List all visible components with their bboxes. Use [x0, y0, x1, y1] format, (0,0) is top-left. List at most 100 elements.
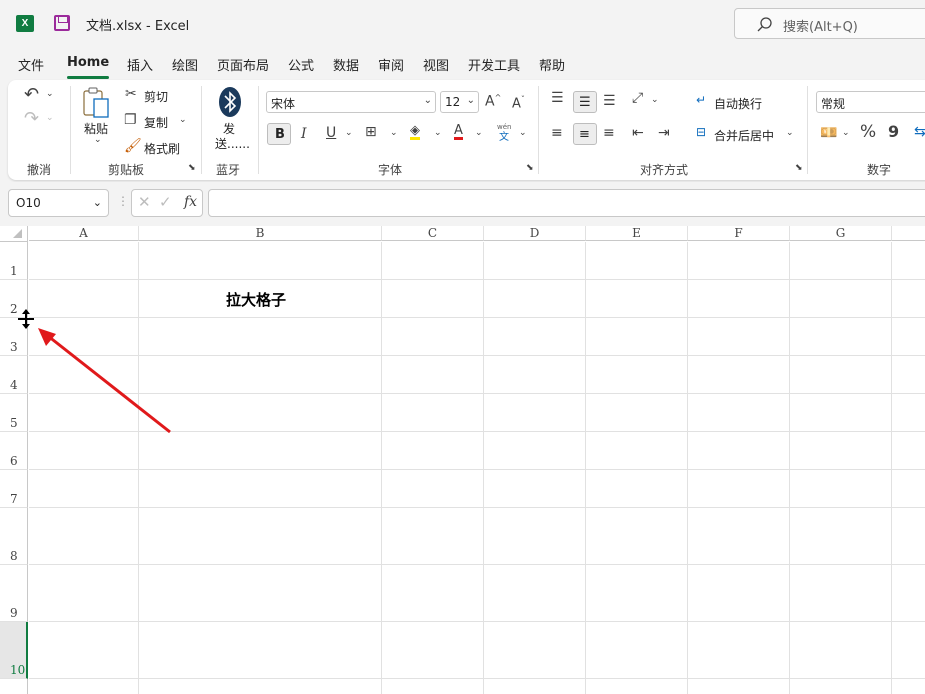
dialog-launcher-icon[interactable]: ⬊ [526, 164, 534, 173]
tab-review[interactable]: 审阅 [378, 55, 404, 74]
increase-decimal-icon[interactable]: ⇆ [914, 125, 925, 139]
dialog-launcher-icon[interactable]: ⬊ [188, 164, 196, 173]
column-header-a[interactable]: A [29, 226, 139, 241]
font-name-select[interactable]: 宋体 ⌄ [266, 91, 436, 113]
tab-view[interactable]: 视图 [423, 55, 449, 74]
row-header-11[interactable] [0, 679, 28, 694]
decrease-indent-icon[interactable]: ⇤ [632, 126, 644, 140]
paste-dropdown-icon[interactable]: ⌄ [94, 136, 102, 145]
search-box[interactable]: 搜索(Alt+Q) [734, 8, 925, 39]
more-options-icon[interactable]: ⋮ [117, 195, 129, 207]
font-color-icon[interactable]: A [454, 124, 463, 140]
underline-button[interactable]: U [326, 126, 336, 140]
formula-input[interactable] [208, 189, 925, 217]
row-header-4[interactable]: 4 [0, 356, 28, 394]
redo-dropdown-icon[interactable]: ⌄ [46, 114, 54, 123]
column-header-c[interactable]: C [382, 226, 484, 241]
row-header-5[interactable]: 5 [0, 394, 28, 432]
name-box[interactable]: O10 ⌄ [8, 189, 109, 217]
currency-icon[interactable]: 💴 [820, 126, 837, 140]
row-header-10[interactable]: 10 [0, 622, 28, 679]
borders-icon[interactable]: ⊞ [365, 125, 377, 139]
paste-icon[interactable] [82, 86, 112, 120]
select-all-button[interactable] [0, 226, 28, 242]
copy-button[interactable]: 复制 [144, 114, 168, 131]
row-resize-cursor-icon [18, 309, 34, 329]
cut-button[interactable]: 剪切 [144, 88, 168, 105]
bold-button[interactable]: B [267, 123, 291, 145]
format-painter-button[interactable]: 格式刷 [144, 140, 180, 157]
italic-button[interactable]: I [301, 127, 307, 141]
tab-draw[interactable]: 绘图 [172, 55, 198, 74]
tab-help[interactable]: 帮助 [539, 55, 565, 74]
align-center-button[interactable]: ≡ [573, 123, 597, 145]
increase-font-icon[interactable]: A^ [485, 94, 501, 109]
row-header-8[interactable]: 8 [0, 508, 28, 565]
orientation-dropdown-icon[interactable]: ⌄ [651, 96, 659, 105]
title-bar: X 文档.xlsx - Excel 搜索(Alt+Q) [0, 0, 925, 46]
name-box-value: O10 [16, 196, 41, 210]
worksheet-grid[interactable]: A B C D E F G 1 2 3 4 5 6 7 8 9 10 拉大格子 [0, 226, 925, 694]
ribbon-separator [807, 86, 808, 174]
cell-b2[interactable]: 拉大格子 [226, 289, 286, 310]
percent-button[interactable]: % [860, 124, 876, 141]
underline-dropdown-icon[interactable]: ⌄ [345, 129, 353, 138]
column-header-d[interactable]: D [484, 226, 586, 241]
tab-insert[interactable]: 插入 [127, 55, 153, 74]
row-header-1[interactable]: 1 [0, 242, 28, 280]
align-left-icon[interactable]: ≡ [551, 126, 563, 140]
row-header-9[interactable]: 9 [0, 565, 28, 622]
excel-logo-icon: X [16, 15, 34, 32]
phonetic-icon[interactable]: wén [497, 124, 511, 131]
redo-icon[interactable]: ↷ [24, 110, 39, 128]
tab-page-layout[interactable]: 页面布局 [217, 55, 269, 74]
column-header-e[interactable]: E [586, 226, 688, 241]
enter-icon[interactable]: ✓ [159, 195, 172, 210]
bluetooth-icon[interactable] [218, 86, 242, 118]
copy-dropdown-icon[interactable]: ⌄ [179, 116, 187, 125]
align-right-icon[interactable]: ≡ [603, 126, 615, 140]
comma-style-button[interactable]: 9 [888, 124, 899, 140]
align-middle-button[interactable]: ☰ [573, 91, 597, 113]
bluetooth-send-label-2[interactable]: 送...... [215, 135, 250, 152]
tab-file[interactable]: 文件 [18, 55, 44, 74]
dialog-launcher-icon[interactable]: ⬊ [795, 164, 803, 173]
tab-home[interactable]: Home [67, 55, 110, 79]
row-header-6[interactable]: 6 [0, 432, 28, 470]
save-icon[interactable] [54, 15, 70, 31]
column-header-h[interactable] [892, 226, 925, 241]
row-number: 7 [10, 492, 18, 506]
fill-color-dropdown-icon[interactable]: ⌄ [434, 129, 442, 138]
font-size-select[interactable]: 12 ⌄ [440, 91, 479, 113]
undo-icon[interactable]: ↶ [24, 86, 39, 104]
gridline [29, 621, 925, 622]
align-top-icon[interactable]: ☰ [551, 91, 564, 105]
tab-data[interactable]: 数据 [333, 55, 359, 74]
undo-dropdown-icon[interactable]: ⌄ [46, 90, 54, 99]
borders-dropdown-icon[interactable]: ⌄ [390, 129, 398, 138]
gridline [29, 564, 925, 565]
column-header-f[interactable]: F [688, 226, 790, 241]
column-header-g[interactable]: G [790, 226, 892, 241]
wrap-text-button[interactable]: 自动换行 [714, 95, 762, 112]
merge-dropdown-icon[interactable]: ⌄ [786, 129, 794, 138]
fill-color-icon[interactable]: ◈ [410, 124, 420, 140]
number-format-select[interactable]: 常规 [816, 91, 925, 113]
orientation-icon[interactable]: ⤢ [632, 91, 643, 105]
insert-function-button[interactable]: fx [184, 195, 197, 209]
tab-formulas[interactable]: 公式 [288, 55, 314, 74]
merge-center-button[interactable]: 合并后居中 [714, 127, 774, 144]
align-middle-icon: ☰ [579, 95, 591, 110]
phonetic-dropdown-icon[interactable]: ⌄ [519, 129, 527, 138]
column-header-b[interactable]: B [139, 226, 382, 241]
group-label-font: 字体 [378, 163, 403, 177]
align-bottom-icon[interactable]: ☰ [603, 94, 616, 108]
tab-developer[interactable]: 开发工具 [468, 55, 520, 74]
increase-indent-icon[interactable]: ⇥ [658, 126, 670, 140]
row-number: 10 [10, 663, 26, 677]
decrease-font-icon[interactable]: Aˇ [512, 96, 525, 111]
currency-dropdown-icon[interactable]: ⌄ [842, 129, 850, 138]
font-color-dropdown-icon[interactable]: ⌄ [475, 129, 483, 138]
row-header-7[interactable]: 7 [0, 470, 28, 508]
cancel-icon[interactable]: ✕ [138, 195, 151, 210]
